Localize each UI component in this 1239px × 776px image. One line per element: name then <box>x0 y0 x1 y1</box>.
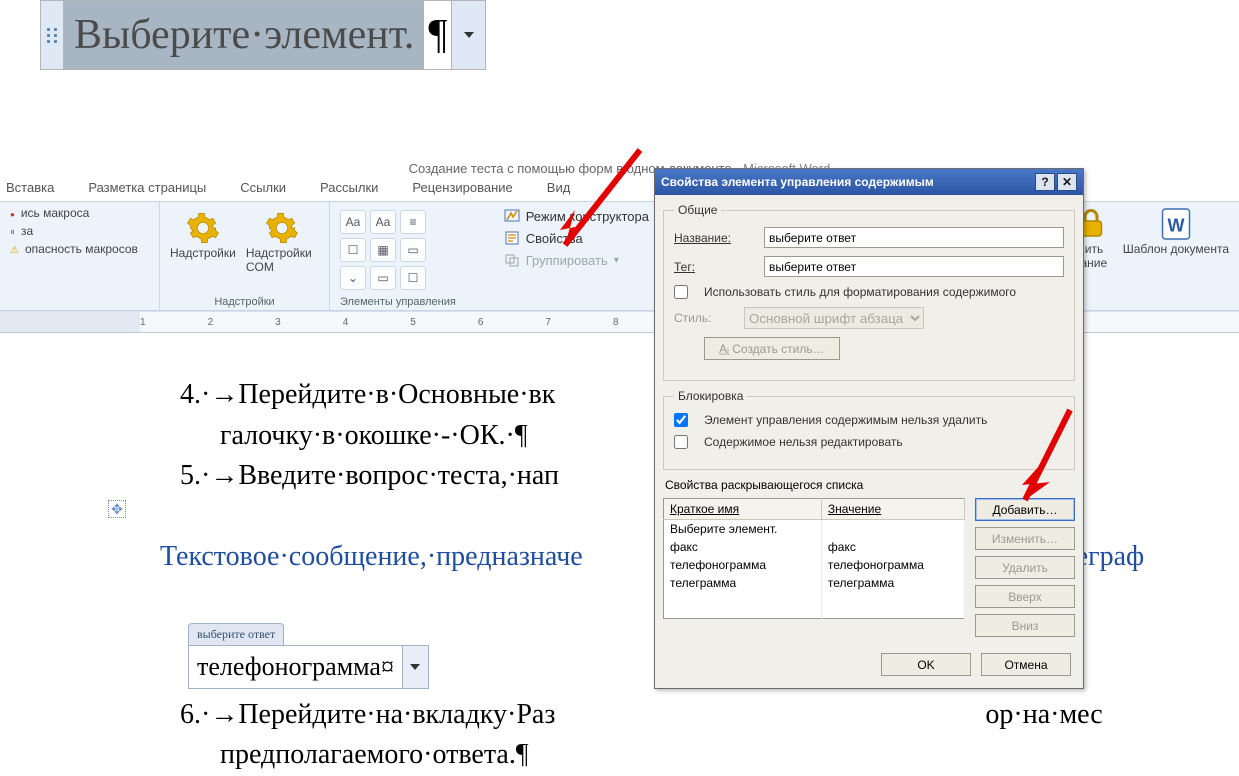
no-delete-checkbox[interactable] <box>674 413 688 427</box>
doc-line: 6.·→Перейдите·на·вкладку·Раз <box>180 699 555 730</box>
label-style: Стиль: <box>674 311 734 325</box>
group-button[interactable]: Группировать ▾ <box>504 252 649 268</box>
fieldset-common: Общие Название: Тег: Использовать стиль … <box>663 203 1075 381</box>
table-row[interactable]: Выберите элемент. <box>664 520 965 539</box>
content-control-value[interactable]: телефонограмма¤ <box>188 645 403 689</box>
doc-line: галочку·в·окошке·-·ОК.·¶ <box>220 420 528 451</box>
properties-button[interactable]: Свойства <box>504 230 649 246</box>
drag-handle[interactable] <box>41 1 64 69</box>
edit-button: Изменить… <box>975 527 1075 550</box>
building-block-icon[interactable]: ☐ <box>340 238 366 262</box>
gear-icon <box>264 210 300 246</box>
tab-references[interactable]: Ссылки <box>240 180 286 195</box>
inline-content-control[interactable]: выберите ответ телефонограмма¤ <box>188 623 468 689</box>
plain-text-icon[interactable]: Aa <box>370 210 396 234</box>
ribbon-group-addins: Надстройки Надстройки COM Надстройки <box>160 202 330 310</box>
close-button[interactable]: ✕ <box>1057 173 1077 191</box>
label-no-delete: Элемент управления содержимым нельзя уда… <box>704 413 987 427</box>
rich-text-icon[interactable]: Aa <box>340 210 366 234</box>
design-mode-button[interactable]: Режим конструктора <box>504 208 649 224</box>
help-button[interactable]: ? <box>1035 173 1055 191</box>
dialog-title: Свойства элемента управления содержимым <box>661 175 934 189</box>
add-button[interactable]: Добавить… <box>975 498 1075 521</box>
table-row[interactable]: телеграммателеграмма <box>664 574 965 592</box>
legacy-tools-icon[interactable]: ☐ <box>400 266 426 290</box>
group-icon <box>504 252 520 268</box>
record-macro-item[interactable]: ись макроса <box>10 206 149 220</box>
group-title-controls: Элементы управления <box>340 293 456 308</box>
anchor-icon: ✥ <box>108 500 126 518</box>
style-select: Основной шрифт абзаца <box>744 307 924 329</box>
tag-field[interactable] <box>764 256 1064 277</box>
col-display-name[interactable]: Краткое имя <box>664 499 822 520</box>
com-addins-button[interactable]: Надстройки COM <box>246 210 319 274</box>
table-row[interactable]: телефонограммателефонограмма <box>664 556 965 574</box>
dropdown-entries-table[interactable]: Краткое имя Значение Выберите элемент. ф… <box>663 498 965 619</box>
document-template-button[interactable]: W Шаблон документа <box>1123 206 1229 306</box>
macro-security-item[interactable]: опасность макросов <box>10 242 149 256</box>
doc-line: предполагаемого·ответа.¶ <box>220 739 529 770</box>
no-edit-checkbox[interactable] <box>674 435 688 449</box>
pause-item[interactable]: за <box>10 224 149 238</box>
date-picker-icon[interactable]: ⌄ <box>340 266 366 290</box>
tab-mailings[interactable]: Рассылки <box>320 180 378 195</box>
doc-line: 4.·→Перейдите·в·Основные·вк <box>180 379 555 410</box>
doc-line: Текстовое·сообщение,·предназначе <box>160 541 583 572</box>
delete-button: Удалить <box>975 556 1075 579</box>
use-style-checkbox[interactable] <box>674 285 688 299</box>
content-control-title-tab: выберите ответ <box>188 623 284 645</box>
dropdown-button[interactable] <box>451 1 485 69</box>
word-doc-icon: W <box>1158 206 1194 242</box>
move-down-button: Вниз <box>975 614 1075 637</box>
properties-icon <box>504 230 520 246</box>
legend-common: Общие <box>674 203 721 217</box>
checkbox-control-icon[interactable]: ▭ <box>370 266 396 290</box>
ribbon-group-controls: Aa Aa ≡ ☐ ▦ ▭ ⌄ ▭ ☐ Элементы управления … <box>330 202 660 310</box>
table-row[interactable]: факсфакс <box>664 538 965 556</box>
legend-locking: Блокировка <box>674 389 747 403</box>
label-no-edit: Содержимое нельзя редактировать <box>704 435 903 449</box>
gear-icon <box>185 210 221 246</box>
tab-review[interactable]: Рецензирование <box>412 180 512 195</box>
dropdown-list-icon[interactable]: ▭ <box>400 238 426 262</box>
label-tag: Тег: <box>674 260 754 274</box>
content-control-placeholder[interactable]: Выберите·элемент. ¶ <box>40 0 486 70</box>
label-use-style: Использовать стиль для форматирования со… <box>704 285 1016 299</box>
dropdown-button[interactable] <box>403 645 429 689</box>
move-up-button: Вверх <box>975 585 1075 608</box>
dialog-titlebar[interactable]: Свойства элемента управления содержимым … <box>655 169 1083 195</box>
content-control-properties-dialog: Свойства элемента управления содержимым … <box>654 168 1084 689</box>
chevron-down-icon: ▾ <box>614 255 619 266</box>
placeholder-text: Выберите·элемент. <box>64 1 424 69</box>
dropdown-list-properties: Свойства раскрывающегося списка Краткое … <box>663 478 1075 637</box>
col-value[interactable]: Значение <box>821 499 964 520</box>
tab-insert[interactable]: Вставка <box>6 180 54 195</box>
group-title-addins: Надстройки <box>170 293 319 308</box>
ribbon-right-stub: нить вание W Шаблон документа <box>1063 202 1239 310</box>
design-mode-icon <box>504 208 520 224</box>
controls-gallery[interactable]: Aa Aa ≡ ☐ ▦ ▭ ⌄ ▭ ☐ <box>340 206 456 290</box>
tab-view[interactable]: Вид <box>547 180 571 195</box>
doc-line: 5.·→Введите·вопрос·теста,·нап <box>180 460 559 491</box>
label-name: Название: <box>674 231 754 245</box>
name-field[interactable] <box>764 227 1064 248</box>
ok-button[interactable]: OK <box>881 653 971 676</box>
ribbon-group-macros-partial: ись макроса за опасность макросов <box>0 202 160 310</box>
picture-control-icon[interactable]: ≡ <box>400 210 426 234</box>
list-heading: Свойства раскрывающегося списка <box>665 478 1075 492</box>
svg-text:W: W <box>1167 216 1184 236</box>
tab-page-layout[interactable]: Разметка страницы <box>88 180 206 195</box>
cancel-button[interactable]: Отмена <box>981 653 1071 676</box>
addins-button[interactable]: Надстройки <box>170 210 236 274</box>
combo-box-icon[interactable]: ▦ <box>370 238 396 262</box>
new-style-button: A̲ᵢ Создать стиль… <box>704 337 840 360</box>
pilcrow-icon: ¶ <box>424 1 451 69</box>
doc-line: ор·на·мес <box>985 699 1102 730</box>
fieldset-locking: Блокировка Элемент управления содержимым… <box>663 389 1075 470</box>
